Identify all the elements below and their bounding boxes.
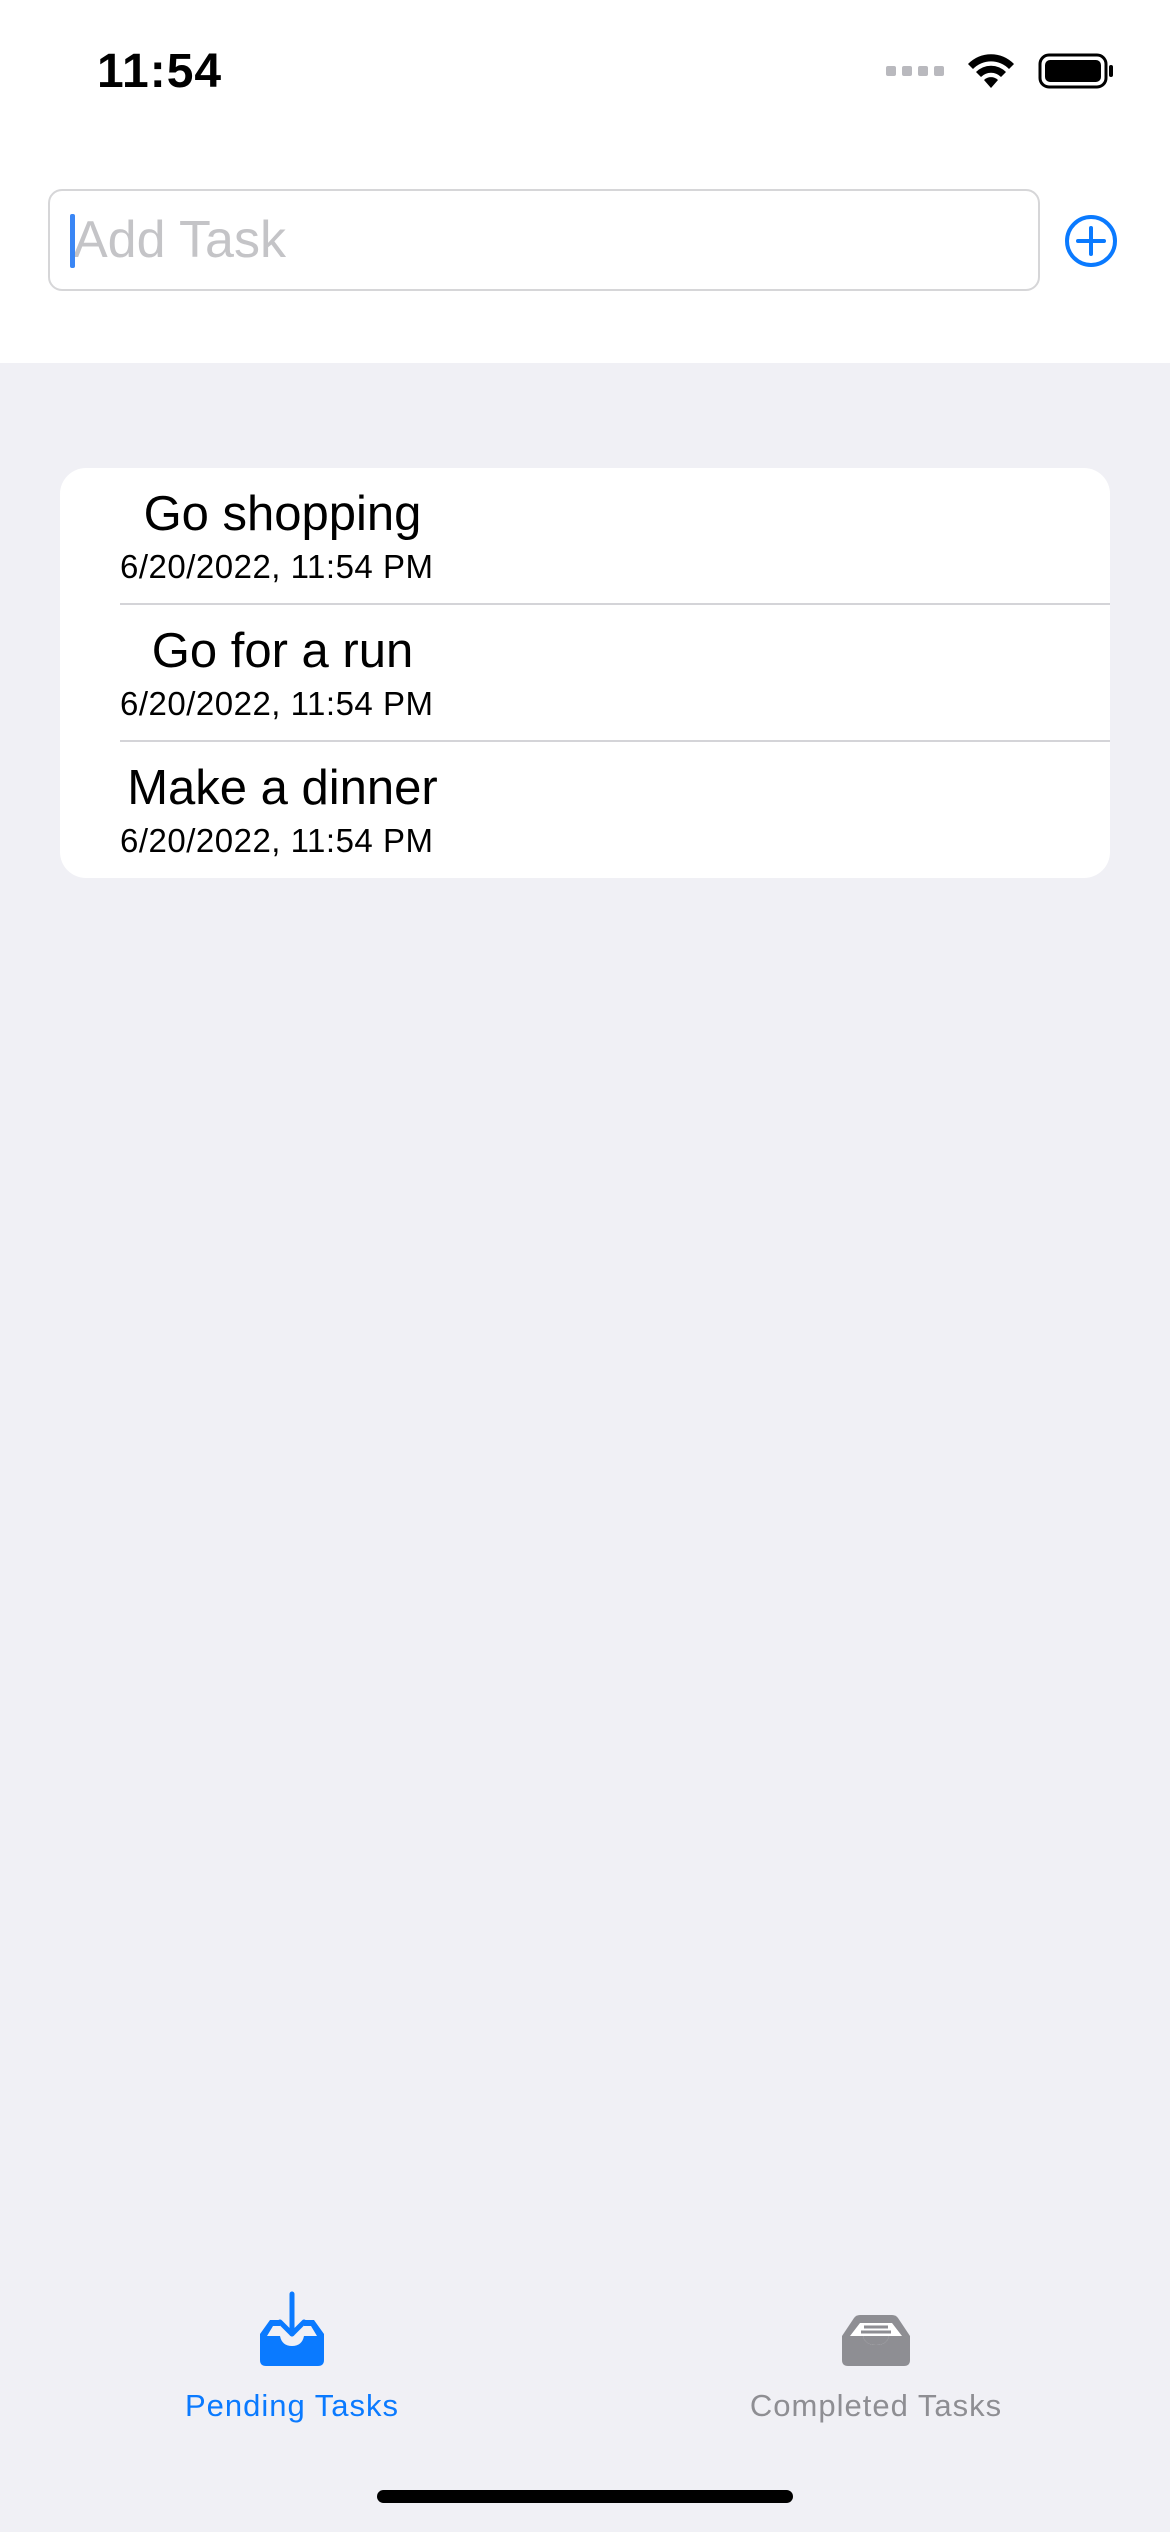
task-date: 6/20/2022, 11:54 PM — [120, 685, 434, 722]
tray-download-icon — [260, 2291, 324, 2366]
task-row[interactable]: Go for a run 6/20/2022, 11:54 PM — [60, 605, 1110, 742]
screen: 11:54 Add Task Go shopping 6/20/2022, 11… — [0, 0, 1170, 2532]
home-indicator[interactable] — [377, 2490, 793, 2503]
task-title: Go shopping — [143, 487, 422, 541]
status-time: 11:54 — [97, 45, 223, 98]
task-title: Go for a run — [151, 624, 414, 678]
task-row[interactable]: Go shopping 6/20/2022, 11:54 PM — [60, 468, 1110, 605]
wifi-icon — [968, 54, 1014, 88]
status-icons — [886, 52, 1114, 90]
task-date: 6/20/2022, 11:54 PM — [120, 822, 434, 859]
tab-pending-tasks[interactable]: Pending Tasks — [82, 2290, 502, 2430]
tab-completed-label: Completed Tasks — [749, 2388, 1003, 2423]
add-task-button[interactable] — [1063, 213, 1119, 269]
header-area: 11:54 — [0, 0, 1170, 363]
task-date: 6/20/2022, 11:54 PM — [120, 548, 434, 585]
tab-pending-label: Pending Tasks — [184, 2388, 400, 2423]
tray-full-icon — [842, 2315, 910, 2366]
task-list: Go shopping 6/20/2022, 11:54 PM Go for a… — [60, 468, 1110, 878]
task-row[interactable]: Make a dinner 6/20/2022, 11:54 PM — [60, 742, 1110, 878]
cellular-signal-icon — [886, 66, 944, 76]
battery-icon — [1038, 53, 1113, 89]
text-caret — [70, 214, 75, 268]
task-title: Make a dinner — [127, 761, 438, 815]
add-task-input[interactable] — [70, 191, 1020, 289]
add-task-field[interactable] — [48, 189, 1040, 291]
tab-completed-tasks[interactable]: Completed Tasks — [666, 2290, 1086, 2430]
